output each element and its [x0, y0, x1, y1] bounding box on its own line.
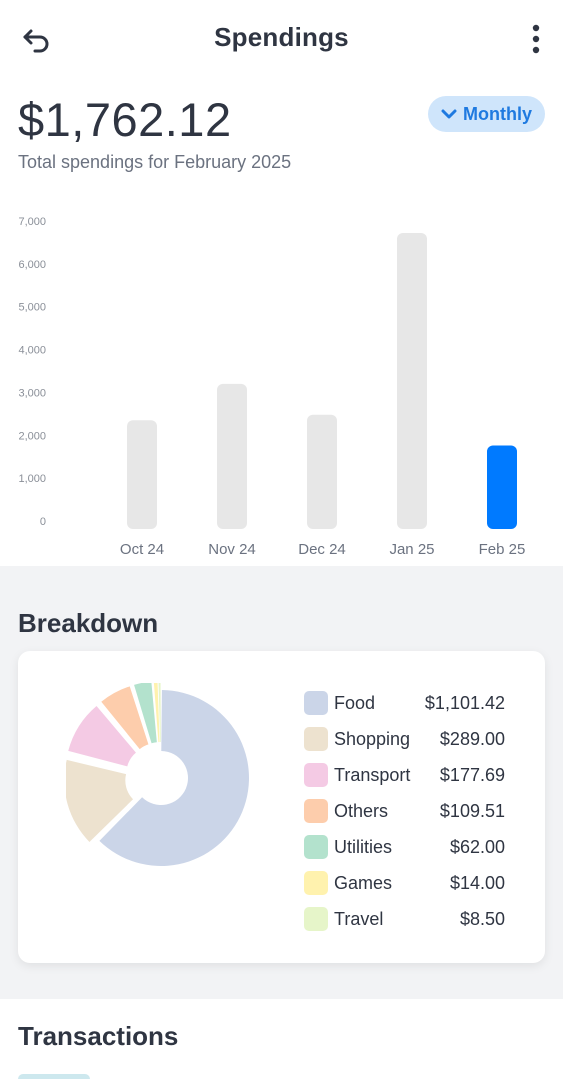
legend-item-shopping: Shopping $289.00 [304, 721, 514, 757]
x-tick-label: Jan 25 [389, 541, 434, 558]
y-tick-label: 7,000 [18, 216, 46, 228]
legend-swatch [304, 727, 328, 751]
total-amount: $1,762.12 [18, 93, 232, 146]
breakdown-card: Food $1,101.42 Shopping $289.00 Transport $17… [18, 651, 545, 963]
y-tick-label: 6,000 [18, 259, 46, 271]
legend-value: $8.50 [459, 908, 505, 929]
legend-value: $62.00 [449, 836, 505, 857]
bar-jan-25[interactable] [397, 233, 427, 529]
legend-value: $14.00 [449, 872, 505, 893]
legend-swatch [304, 835, 328, 859]
y-tick-label: 4,000 [18, 345, 46, 357]
y-tick-label: 3,000 [18, 387, 46, 399]
page-title: Spendings [214, 22, 349, 52]
period-label: Monthly [463, 103, 532, 124]
legend-value: $109.51 [439, 800, 505, 821]
y-tick-label: 1,000 [18, 473, 46, 485]
legend-item-transport: Transport $177.69 [304, 757, 514, 793]
transactions-title: Transactions [18, 1021, 179, 1051]
breakdown-legend: Food $1,101.42 Shopping $289.00 Transport $17… [304, 685, 514, 937]
breakdown-donut-chart [66, 683, 250, 866]
x-tick-label: Feb 25 [479, 541, 526, 558]
app-header: Spendings [0, 0, 563, 78]
period-dropdown[interactable]: Monthly [428, 96, 545, 132]
bar-nov-24[interactable] [217, 383, 247, 529]
vertical-dots-icon [532, 24, 540, 54]
legend-item-games: Games $14.00 [304, 865, 514, 901]
x-tick-label: Nov 24 [208, 541, 256, 558]
chevron-down-icon [441, 109, 457, 119]
bar-chart-svg: 0 1,000 2,000 3,000 4,000 5,000 6,000 7,000 Oct … [18, 216, 526, 558]
legend-item-travel: Travel $8.50 [304, 901, 514, 937]
more-options-button[interactable] [529, 22, 543, 56]
legend-swatch [304, 907, 328, 931]
legend-swatch [304, 691, 328, 715]
y-tick-label: 5,000 [18, 302, 46, 314]
legend-swatch [304, 799, 328, 823]
breakdown-title: Breakdown [18, 608, 159, 638]
spending-bar-chart: 0 1,000 2,000 3,000 4,000 5,000 6,000 7,000 Oct … [0, 200, 563, 566]
legend-value: $177.69 [439, 764, 505, 785]
legend-swatch [304, 763, 328, 787]
legend-item-others: Others $109.51 [304, 793, 514, 829]
y-tick-label: 0 [40, 516, 46, 528]
legend-item-utilities: Utilities $62.00 [304, 829, 514, 865]
legend-value: $1,101.42 [424, 692, 505, 713]
x-tick-label: Dec 24 [298, 541, 346, 558]
transaction-item-peek [18, 1074, 90, 1079]
legend-value: $289.00 [439, 728, 505, 749]
bar-oct-24[interactable] [127, 420, 157, 529]
bar-dec-24[interactable] [307, 414, 337, 529]
bar-feb-25[interactable] [487, 445, 517, 529]
x-tick-label: Oct 24 [120, 541, 164, 558]
legend-item-food: Food $1,101.42 [304, 685, 514, 721]
total-subtitle: Total spendings for February 2025 [18, 152, 292, 172]
y-tick-label: 2,000 [18, 430, 46, 442]
legend-swatch [304, 871, 328, 895]
